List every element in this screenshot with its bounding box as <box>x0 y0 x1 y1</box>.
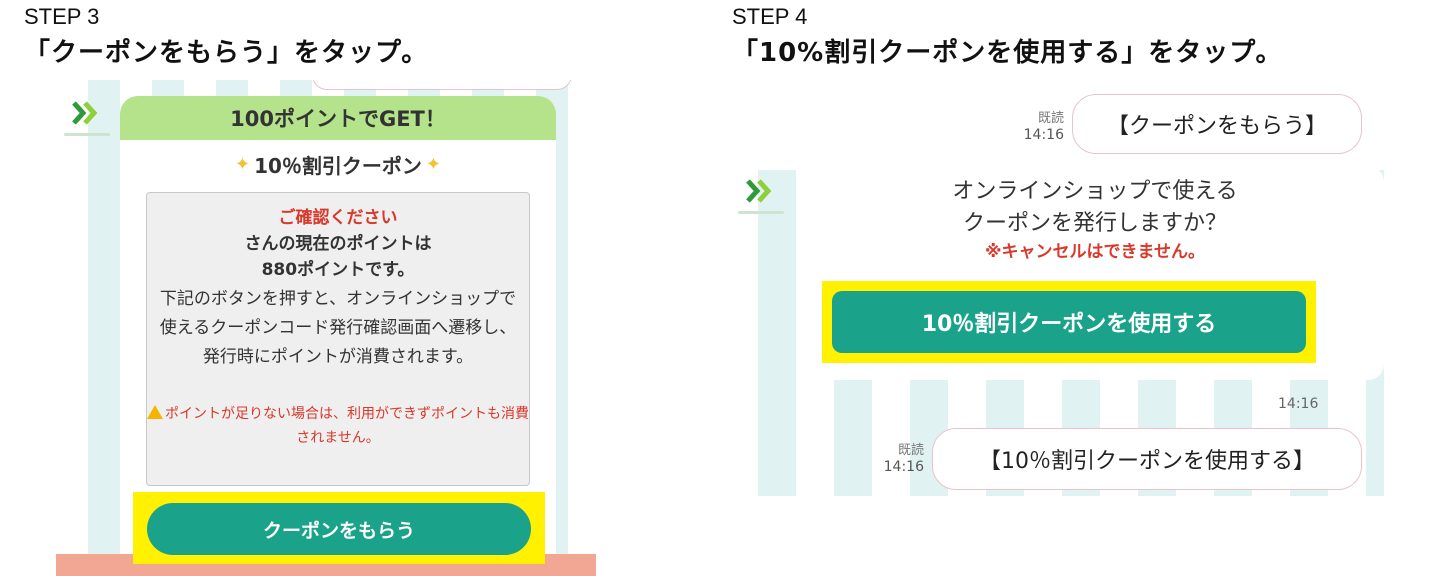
warning-icon <box>147 405 163 419</box>
notice-warning: ポイントが足りない場合は、利用ができずポイントも消費されません。 <box>147 402 529 450</box>
card-header: 100ポイントでGET！ <box>120 96 556 140</box>
message-time: 14:16 <box>1278 396 1319 412</box>
use-coupon-button[interactable]: 10％割引クーポンを使用する <box>832 291 1306 353</box>
double-chevron-right-icon <box>746 179 772 203</box>
message-time: 14:16 <box>883 459 924 475</box>
confirm-line1: オンラインショップで使える <box>952 179 1238 204</box>
notice-body: 下記のボタンを押すと、オンラインショップで使えるクーポンコード発行確認画面へ遷移… <box>159 289 517 367</box>
read-receipt: 既読 14:16 <box>872 442 924 476</box>
card-subtitle: ✦ 10％割引クーポン ✦ <box>120 140 556 188</box>
notice-points-line1: さんの現在のポイントは <box>244 234 432 254</box>
previous-message-bubble <box>312 80 572 90</box>
warning-text: ポイントが足りない場合は、利用ができずポイントも消費されません。 <box>165 406 529 446</box>
step4-label: STEP 4 <box>732 4 808 29</box>
notice-points-line2: 880ポイントです。 <box>261 260 415 280</box>
read-label: 既読 <box>1037 111 1064 126</box>
notice-title: ご確認ください <box>278 208 398 228</box>
confirm-warning: ※キャンセルはできません。 <box>984 242 1206 262</box>
message-time: 14:16 <box>1023 127 1064 143</box>
sent-message-bubble: 【クーポンをもらう】 <box>1072 94 1362 154</box>
step3-label: STEP 3 <box>24 4 100 29</box>
read-label: 既読 <box>897 443 924 458</box>
subtitle-text: 10％割引クーポン <box>254 153 422 178</box>
sparkle-icon: ✦ <box>234 153 251 175</box>
read-receipt: 既読 14:16 <box>1014 110 1064 144</box>
sent-message-bubble: 【10％割引クーポンを使用する】 <box>932 428 1362 490</box>
brand-avatar <box>64 88 110 138</box>
step3-title: 「クーポンをもらう」をタップ。 <box>24 38 429 68</box>
sparkle-icon: ✦ <box>425 153 442 175</box>
brand-avatar <box>738 166 784 216</box>
double-chevron-right-icon <box>72 101 98 125</box>
confirm-line2: クーポンを発行しますか？ <box>962 211 1227 236</box>
notice-box: ご確認ください さんの現在のポイントは 880ポイントです。 下記のボタンを押す… <box>146 192 530 486</box>
step4-title: 「10%割引クーポンを使用する」をタップ。 <box>732 38 1283 68</box>
get-coupon-button[interactable]: クーポンをもらう <box>147 503 531 555</box>
